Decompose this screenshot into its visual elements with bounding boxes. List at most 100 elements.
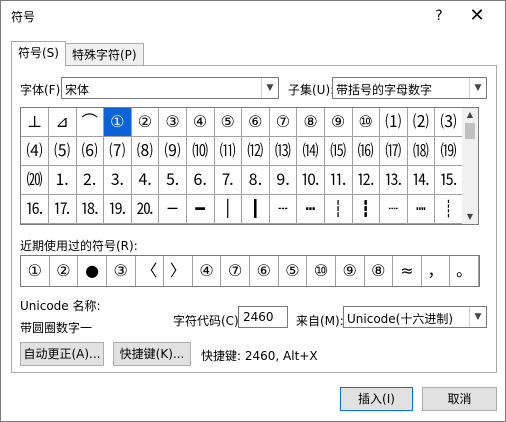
insert-button[interactable]: 插入(I) xyxy=(340,387,413,411)
recent-symbol-cell[interactable]: ≈ xyxy=(393,256,422,286)
recent-symbol-cell[interactable]: ● xyxy=(78,256,107,286)
symbol-cell[interactable]: ⒌ xyxy=(159,166,187,195)
symbol-cell[interactable]: ⒛ xyxy=(131,195,160,224)
symbol-cell[interactable]: ⑶ xyxy=(435,108,463,137)
recent-symbol-cell[interactable]: ⑧ xyxy=(365,256,394,286)
symbol-cell[interactable]: ⒈ xyxy=(48,166,77,195)
close-icon[interactable]: ✕ xyxy=(463,5,491,27)
symbol-cell[interactable]: ┉ xyxy=(407,195,436,224)
symbol-cell[interactable]: ⒚ xyxy=(103,195,132,224)
symbol-cell[interactable]: ⑥ xyxy=(241,108,270,137)
symbol-cell[interactable]: ┅ xyxy=(297,195,325,224)
recent-symbol-cell[interactable]: 。 xyxy=(450,256,479,286)
symbol-cell[interactable]: ⒋ xyxy=(131,166,160,195)
symbol-cell[interactable]: ① xyxy=(103,108,132,137)
subset-select[interactable]: 带括号的字母数字 ▼ xyxy=(332,77,487,99)
autocorrect-button[interactable]: 自动更正(A)... xyxy=(20,342,104,366)
symbol-cell[interactable]: ⑸ xyxy=(48,137,77,166)
symbol-cell[interactable]: ⒔ xyxy=(379,166,408,195)
symbol-cell[interactable]: ⊿ xyxy=(48,108,77,137)
symbol-cell[interactable]: ⒀ xyxy=(269,137,298,166)
recent-symbol-cell[interactable]: ③ xyxy=(107,256,136,286)
symbol-cell[interactable]: ④ xyxy=(186,108,215,137)
symbol-grid-scrollbar[interactable]: ▲ ▼ xyxy=(462,107,479,225)
font-select[interactable]: 宋体 ▼ xyxy=(61,77,279,99)
symbol-cell[interactable]: ⒄ xyxy=(379,137,408,166)
symbol-cell[interactable]: ⒇ xyxy=(21,166,49,195)
symbol-cell[interactable]: ⒗ xyxy=(21,195,49,224)
symbol-cell[interactable]: │ xyxy=(214,195,243,224)
recent-symbol-cell[interactable]: ① xyxy=(21,256,50,286)
font-value: 宋体 xyxy=(65,83,90,97)
symbol-cell[interactable]: ⒃ xyxy=(352,137,381,166)
symbol-cell[interactable]: ⑺ xyxy=(103,137,132,166)
symbol-cell[interactable]: ⒊ xyxy=(103,166,132,195)
symbol-cell[interactable]: ⒉ xyxy=(76,166,105,195)
symbol-cell[interactable]: ⌒ xyxy=(76,108,105,137)
symbol-cell[interactable]: ⑻ xyxy=(131,137,160,166)
shortcut-key-button[interactable]: 快捷键(K)... xyxy=(113,342,191,366)
symbol-cell[interactable]: ⒑ xyxy=(297,166,325,195)
symbol-cell[interactable]: ⑽ xyxy=(186,137,215,166)
recent-symbol-cell[interactable]: ⑩ xyxy=(307,256,336,286)
symbol-cell[interactable]: ┃ xyxy=(241,195,270,224)
recent-symbol-cell[interactable]: ⑦ xyxy=(221,256,250,286)
symbol-cell[interactable]: ⒏ xyxy=(241,166,270,195)
symbol-cell[interactable]: ③ xyxy=(159,108,187,137)
symbol-cell[interactable]: ⒘ xyxy=(48,195,77,224)
from-select[interactable]: Unicode(十六进制) ▼ xyxy=(343,306,487,328)
tab-special-characters[interactable]: 特殊字符(P) xyxy=(65,43,144,66)
recent-symbol-cell[interactable]: ② xyxy=(50,256,79,286)
symbol-cell[interactable]: ━ xyxy=(186,195,215,224)
chevron-down-icon: ▼ xyxy=(261,78,278,98)
char-code-input[interactable]: 2460 xyxy=(238,306,288,328)
scroll-down-icon[interactable]: ▼ xyxy=(462,210,478,224)
symbol-cell[interactable]: ⑿ xyxy=(241,137,270,166)
tab-symbols[interactable]: 符号(S) xyxy=(11,41,66,66)
symbol-cell[interactable]: ⒓ xyxy=(352,166,381,195)
symbol-cell[interactable]: ┆ xyxy=(324,195,353,224)
scroll-up-icon[interactable]: ▲ xyxy=(462,108,478,122)
symbol-cell[interactable]: ⒆ xyxy=(435,137,463,166)
symbol-cell[interactable]: ⑴ xyxy=(379,108,408,137)
recent-symbol-cell[interactable]: 〉 xyxy=(164,256,193,286)
symbol-cell[interactable]: ⒁ xyxy=(297,137,325,166)
symbol-cell[interactable]: ⒎ xyxy=(214,166,243,195)
symbol-cell[interactable]: ─ xyxy=(159,195,187,224)
recent-symbol-cell[interactable]: ⑤ xyxy=(279,256,308,286)
symbol-cell[interactable]: ┇ xyxy=(352,195,381,224)
symbol-cell[interactable]: ┈ xyxy=(379,195,408,224)
symbol-cell[interactable]: ⒂ xyxy=(324,137,353,166)
symbol-cell[interactable]: ⑼ xyxy=(159,137,187,166)
symbol-cell[interactable]: ┄ xyxy=(269,195,298,224)
symbol-cell[interactable]: ⒍ xyxy=(186,166,215,195)
symbol-cell[interactable]: ⒙ xyxy=(76,195,105,224)
char-code-label: 字符代码(C): xyxy=(173,314,243,328)
symbol-cell[interactable]: ⑷ xyxy=(21,137,49,166)
symbol-cell[interactable]: ⒅ xyxy=(407,137,436,166)
symbol-cell[interactable]: ⑩ xyxy=(352,108,381,137)
symbol-cell[interactable]: ⑤ xyxy=(214,108,243,137)
recent-symbol-cell[interactable]: ⑥ xyxy=(250,256,279,286)
symbol-cell[interactable]: ⑦ xyxy=(269,108,298,137)
symbol-cell[interactable]: ⒒ xyxy=(324,166,353,195)
symbol-cell[interactable]: ② xyxy=(131,108,160,137)
symbol-cell[interactable]: ⑵ xyxy=(407,108,436,137)
symbol-cell[interactable]: ⒖ xyxy=(435,166,463,195)
recent-symbol-cell[interactable]: ⑨ xyxy=(336,256,365,286)
symbol-cell[interactable]: ⊥ xyxy=(21,108,49,137)
recent-symbol-cell[interactable]: ， xyxy=(422,256,451,286)
symbol-cell[interactable]: ⒕ xyxy=(407,166,436,195)
scroll-thumb[interactable] xyxy=(465,123,475,139)
symbol-cell[interactable]: ⑨ xyxy=(324,108,353,137)
symbol-cell[interactable]: ┊ xyxy=(435,195,463,224)
symbol-cell[interactable]: ⒐ xyxy=(269,166,298,195)
cancel-button[interactable]: 取消 xyxy=(422,387,497,411)
symbol-cell[interactable]: ⑹ xyxy=(76,137,105,166)
recent-symbol-cell[interactable]: ④ xyxy=(193,256,222,286)
symbol-cell[interactable]: ⑧ xyxy=(297,108,325,137)
symbol-cell[interactable]: ⑾ xyxy=(214,137,243,166)
help-icon[interactable]: ? xyxy=(427,5,451,27)
dialog-title: 符号 xyxy=(11,10,36,24)
recent-symbol-cell[interactable]: 〈 xyxy=(136,256,165,286)
